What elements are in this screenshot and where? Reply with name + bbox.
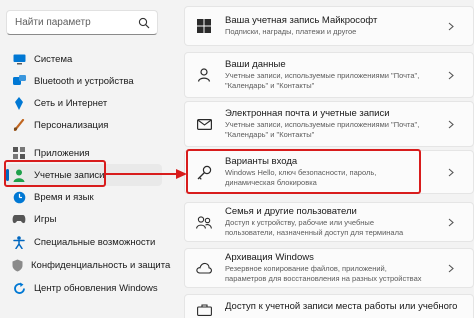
update-icon [12,281,26,295]
chevron-right-icon [443,120,459,129]
sidebar-item-personalization[interactable]: Персонализация [6,114,162,136]
sidebar-item-gaming[interactable]: Игры [6,208,162,230]
card-title: Архивация Windows [225,252,314,263]
sidebar-item-label: Игры [34,213,57,225]
card-text: Электронная почта и учетные записи Учетн… [225,108,443,140]
sidebar-item-label: Специальные возможности [34,236,156,248]
sidebar-item-accessibility[interactable]: Специальные возможности [6,231,162,253]
sidebar-item-label: Время и язык [34,191,94,203]
card-text: Архивация Windows Резервное копирование … [225,252,443,284]
chevron-right-icon [443,168,459,177]
card-text: Ваши данные Учетные записи, используемые… [225,59,443,91]
sidebar-item-label: Приложения [34,147,90,159]
gamepad-icon [12,212,26,226]
sidebar-item-time-language[interactable]: Время и язык [6,186,162,208]
card-text: Доступ к учетной записи места работы или… [225,301,473,312]
card-title: Ваша учетная запись Майкрософт [225,15,378,26]
search-placeholder[interactable]: Найти параметр [15,17,135,28]
wifi-icon [12,96,26,110]
chevron-right-icon [443,71,459,80]
sidebar-item-windows-update[interactable]: Центр обновления Windows [6,277,162,299]
search-icon[interactable] [135,14,153,32]
sidebar-item-label: Система [34,53,73,65]
accessibility-icon [12,235,26,249]
search-box[interactable]: Найти параметр [6,10,158,35]
arrow-annotation [104,169,187,179]
shield-icon [12,258,23,272]
chevron-right-icon [443,264,459,273]
card-email-accounts[interactable]: Электронная почта и учетные записи Учетн… [184,101,474,147]
person-card-icon [195,66,213,84]
sidebar-item-network[interactable]: Сеть и Интернет [6,92,162,114]
sidebar-item-label: Персонализация [34,119,109,131]
apps-icon [12,146,26,160]
globe-clock-icon [12,190,26,204]
card-text: Ваша учетная запись Майкрософт Подписки,… [225,15,443,37]
chevron-right-icon [443,22,459,31]
card-title: Электронная почта и учетные записи [225,108,390,119]
monitor-icon [12,52,26,66]
sidebar-item-privacy[interactable]: Конфиденциальность и защита [6,254,170,276]
mail-icon [195,115,213,133]
card-subtitle: Подписки, награды, платежи и другое [225,27,357,36]
card-windows-backup[interactable]: Архивация Windows Резервное копирование … [184,248,474,288]
sidebar-item-label: Bluetooth и устройства [34,75,134,87]
card-work-school-access[interactable]: Доступ к учетной записи места работы или… [184,294,474,318]
sidebar: Найти параметр Система Bluetooth и устро… [0,0,170,318]
sidebar-item-system[interactable]: Система [6,48,162,70]
card-subtitle: Учетные записи, используемые приложениям… [225,71,420,90]
card-text: Семья и другие пользователи Доступ к уст… [225,206,443,238]
sidebar-item-bluetooth[interactable]: Bluetooth и устройства [6,70,162,92]
card-title: Доступ к учетной записи места работы или… [225,301,458,312]
sidebar-item-label: Конфиденциальность и защита [31,259,171,271]
card-microsoft-account[interactable]: Ваша учетная запись Майкрософт Подписки,… [184,6,474,46]
sidebar-item-label: Сеть и Интернет [34,97,108,109]
bluetooth-icon [12,74,26,88]
windows-logo-icon [195,17,213,35]
card-title: Ваши данные [225,59,286,70]
backup-icon [195,259,213,277]
brush-icon [12,118,26,132]
card-title: Семья и другие пользователи [225,206,357,217]
highlight-box-sign-in-options [186,149,421,194]
briefcase-icon [195,301,213,318]
card-family-users[interactable]: Семья и другие пользователи Доступ к уст… [184,202,474,242]
sidebar-item-label: Центр обновления Windows [34,282,158,294]
card-subtitle: Доступ к устройству, рабочие или учебные… [225,218,404,237]
card-your-info[interactable]: Ваши данные Учетные записи, используемые… [184,52,474,98]
card-subtitle: Учетные записи, используемые приложениям… [225,120,420,139]
people-icon [195,213,213,231]
highlight-box-accounts [4,160,106,187]
chevron-right-icon [443,218,459,227]
card-subtitle: Резервное копирование файлов, приложений… [225,264,422,283]
